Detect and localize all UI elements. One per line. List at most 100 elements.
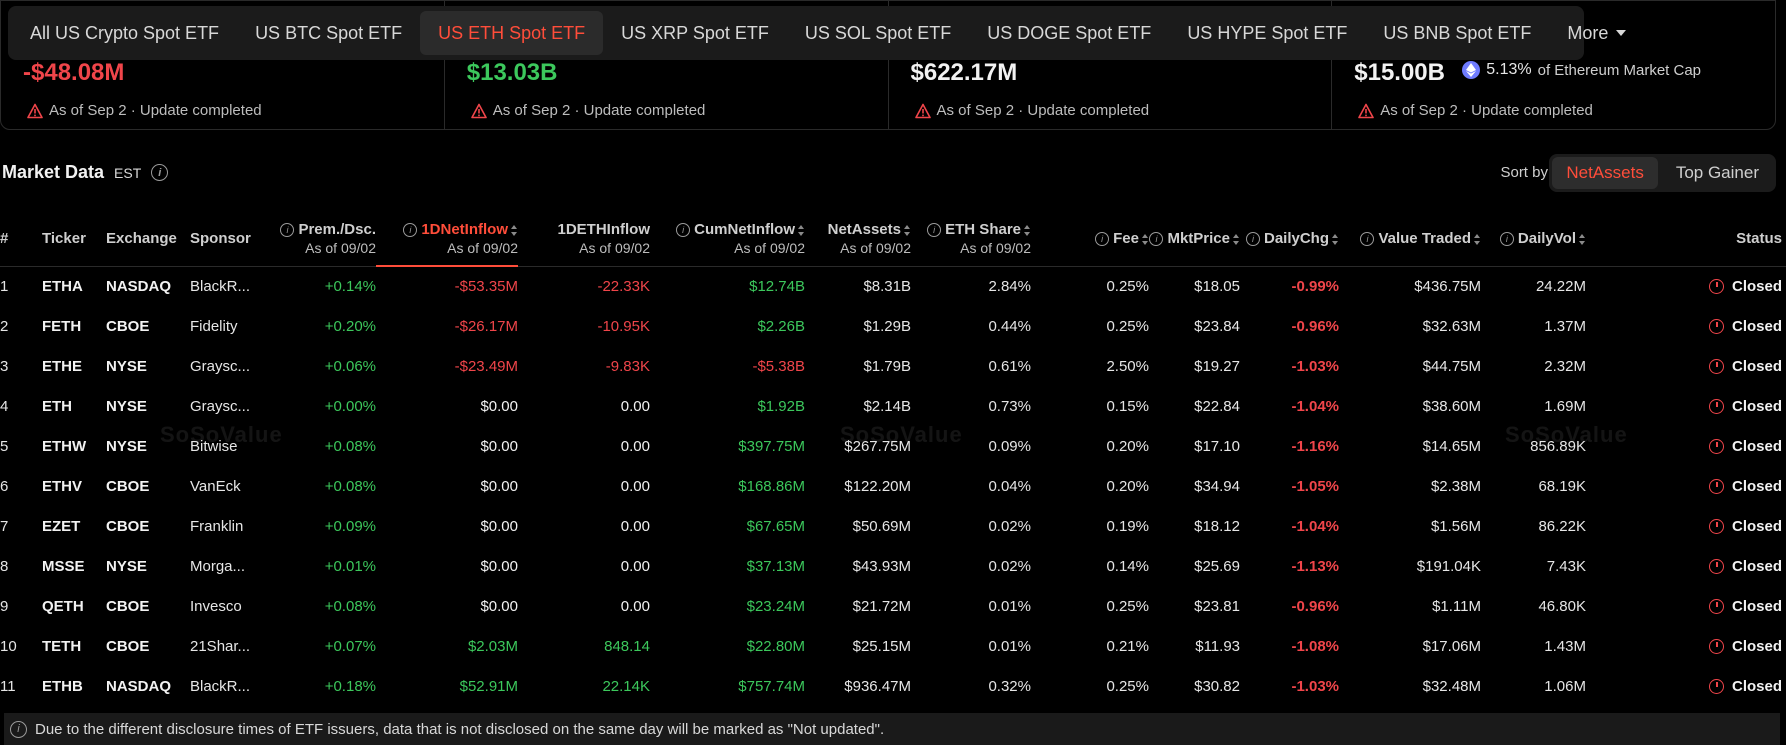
col-header-daily-change[interactable]: i DailyChg bbox=[1240, 212, 1339, 267]
exchange-cell: NYSE bbox=[106, 557, 147, 575]
table-row[interactable]: 3 ETHE NYSE Graysc... +0.06% -$23.49M -9… bbox=[0, 346, 1786, 386]
col-header-fee[interactable]: i Fee bbox=[1031, 212, 1149, 267]
info-icon[interactable]: i bbox=[1360, 232, 1375, 247]
premium-discount-cell: +0.18% bbox=[324, 677, 376, 695]
eth-share-cell: 0.61% bbox=[988, 357, 1031, 375]
info-icon[interactable]: i bbox=[403, 223, 418, 238]
1d-net-inflow-cell: $2.03M bbox=[467, 637, 518, 655]
info-icon[interactable]: i bbox=[1245, 232, 1260, 247]
1d-net-inflow-cell: $0.00 bbox=[480, 437, 518, 455]
ticker-cell[interactable]: ETHB bbox=[34, 666, 94, 706]
table-row[interactable]: 10 TETH CBOE 21Shar... +0.07% $2.03M 848… bbox=[0, 626, 1786, 666]
1d-eth-inflow-cell: 848.14 bbox=[604, 637, 650, 655]
1d-net-inflow-cell: $0.00 bbox=[480, 477, 518, 495]
info-icon[interactable]: i bbox=[927, 223, 942, 238]
col-header-1d-net-inflow[interactable]: i 1DNetInflow As of 09/02 bbox=[376, 212, 518, 267]
sort-top-gainer-button[interactable]: Top Gainer bbox=[1662, 157, 1773, 189]
row-number: 4 bbox=[0, 397, 9, 415]
col-header-value-traded[interactable]: i Value Traded bbox=[1339, 212, 1481, 267]
table-row[interactable]: 9 QETH CBOE Invesco +0.08% $0.00 0.00 $2… bbox=[0, 586, 1786, 626]
mkt-price-cell: $30.82 bbox=[1194, 677, 1240, 695]
table-row[interactable]: 8 MSSE NYSE Morga... +0.01% $0.00 0.00 $… bbox=[0, 546, 1786, 586]
ticker-cell[interactable]: ETHA bbox=[34, 266, 94, 306]
cum-net-inflow-cell: $22.80M bbox=[746, 637, 805, 655]
info-icon[interactable]: i bbox=[676, 223, 691, 238]
fee-cell: 0.20% bbox=[1106, 477, 1149, 495]
fee-cell: 0.25% bbox=[1106, 277, 1149, 295]
ticker-cell[interactable]: QETH bbox=[34, 586, 94, 626]
ticker-cell[interactable]: ETH bbox=[34, 386, 94, 426]
info-icon[interactable]: i bbox=[1149, 232, 1164, 247]
table-row[interactable]: 6 ETHV CBOE VanEck +0.08% $0.00 0.00 $16… bbox=[0, 466, 1786, 506]
tab-us-xrp-spot-etf[interactable]: US XRP Spot ETF bbox=[603, 11, 787, 55]
table-row[interactable]: 11 ETHB NASDAQ BlackR... +0.18% $52.91M … bbox=[0, 666, 1786, 706]
sort-icon[interactable] bbox=[1233, 233, 1240, 245]
daily-vol-cell: 7.43K bbox=[1546, 557, 1586, 575]
sort-icon[interactable] bbox=[904, 224, 911, 236]
table-row[interactable]: 5 ETHW NYSE Bitwise +0.08% $0.00 0.00 $3… bbox=[0, 426, 1786, 466]
sort-icon[interactable] bbox=[1579, 233, 1586, 245]
net-assets-cell: $267.75M bbox=[844, 437, 911, 455]
value-traded-cell: $1.56M bbox=[1430, 517, 1481, 535]
sort-icon[interactable] bbox=[1332, 233, 1339, 245]
exchange-cell: NASDAQ bbox=[106, 277, 172, 295]
daily-vol-cell: 1.06M bbox=[1544, 677, 1586, 695]
tab-us-hype-spot-etf[interactable]: US HYPE Spot ETF bbox=[1169, 11, 1365, 55]
daily-vol-cell: 1.43M bbox=[1544, 637, 1586, 655]
ticker-cell[interactable]: EZET bbox=[34, 506, 94, 546]
col-header-mkt-price[interactable]: i MktPrice bbox=[1149, 212, 1240, 267]
table-row[interactable]: 2 FETH CBOE Fidelity +0.20% -$26.17M -10… bbox=[0, 306, 1786, 346]
col-header-daily-vol[interactable]: i DailyVol bbox=[1481, 212, 1586, 267]
table-row[interactable]: 1 ETHA NASDAQ BlackR... +0.14% -$53.35M … bbox=[0, 266, 1786, 306]
col-header-cum-net-inflow[interactable]: i CumNetInflow As of 09/02 bbox=[650, 212, 805, 267]
warning-icon bbox=[914, 103, 931, 119]
ticker-cell[interactable]: MSSE bbox=[34, 546, 94, 586]
tab-us-btc-spot-etf[interactable]: US BTC Spot ETF bbox=[237, 11, 420, 55]
sort-icon[interactable] bbox=[1142, 233, 1149, 245]
clock-icon bbox=[1708, 478, 1724, 494]
ticker-cell[interactable]: TETH bbox=[34, 626, 94, 666]
info-icon[interactable]: i bbox=[1499, 232, 1514, 247]
clock-icon bbox=[1708, 358, 1724, 374]
1d-net-inflow-cell: $0.00 bbox=[480, 557, 518, 575]
col-header-premium-discount[interactable]: i Prem./Dsc. As of 09/02 bbox=[274, 212, 376, 267]
table-row[interactable]: 7 EZET CBOE Franklin +0.09% $0.00 0.00 $… bbox=[0, 506, 1786, 546]
premium-discount-cell: +0.20% bbox=[324, 317, 376, 335]
value-traded-cell: $44.75M bbox=[1422, 357, 1481, 375]
cum-net-inflow-cell: $37.13M bbox=[746, 557, 805, 575]
info-icon[interactable]: i bbox=[280, 223, 295, 238]
col-header-eth-share[interactable]: i ETH Share As of 09/02 bbox=[911, 212, 1031, 267]
sort-icon[interactable] bbox=[511, 224, 518, 236]
value-traded-cell: $32.63M bbox=[1422, 317, 1481, 335]
sort-icon[interactable] bbox=[1474, 233, 1481, 245]
tab-us-bnb-spot-etf[interactable]: US BNB Spot ETF bbox=[1365, 11, 1549, 55]
daily-vol-cell: 1.37M bbox=[1544, 317, 1586, 335]
market-data-title: Market Data EST i bbox=[2, 162, 169, 183]
ticker-cell[interactable]: ETHW bbox=[34, 426, 94, 466]
row-number: 7 bbox=[0, 517, 9, 535]
more-tabs-button[interactable]: More bbox=[1549, 11, 1644, 55]
info-icon[interactable]: i bbox=[1095, 232, 1110, 247]
1d-eth-inflow-cell: -22.33K bbox=[597, 277, 650, 295]
ticker-cell[interactable]: ETHE bbox=[34, 346, 94, 386]
summary-note: As of Sep 2 · Update completed bbox=[470, 102, 705, 119]
ticker-cell[interactable]: FETH bbox=[34, 306, 94, 346]
col-header-net-assets[interactable]: NetAssets As of 09/02 bbox=[805, 212, 911, 267]
col-header-1d-eth-inflow[interactable]: 1DETHInflow As of 09/02 bbox=[518, 212, 650, 267]
table-row[interactable]: 4 ETH NYSE Graysc... +0.00% $0.00 0.00 $… bbox=[0, 386, 1786, 426]
sort-icon[interactable] bbox=[798, 224, 805, 236]
premium-discount-cell: +0.01% bbox=[324, 557, 376, 575]
tab-us-sol-spot-etf[interactable]: US SOL Spot ETF bbox=[787, 11, 969, 55]
daily-vol-cell: 856.89K bbox=[1530, 437, 1586, 455]
ticker-cell[interactable]: ETHV bbox=[34, 466, 94, 506]
tab-us-eth-spot-etf[interactable]: US ETH Spot ETF bbox=[420, 11, 604, 55]
sort-icon[interactable] bbox=[1024, 224, 1031, 236]
exchange-cell: CBOE bbox=[106, 477, 150, 495]
eth-share-cell: 0.02% bbox=[988, 517, 1031, 535]
info-icon[interactable]: i bbox=[151, 164, 169, 181]
col-header-ticker: Ticker bbox=[34, 212, 94, 267]
tab-us-doge-spot-etf[interactable]: US DOGE Spot ETF bbox=[969, 11, 1169, 55]
1d-eth-inflow-cell: 0.00 bbox=[620, 597, 650, 615]
sort-net-assets-button[interactable]: NetAssets bbox=[1552, 157, 1658, 189]
tab-all-us-crypto-spot-etf[interactable]: All US Crypto Spot ETF bbox=[12, 11, 237, 55]
